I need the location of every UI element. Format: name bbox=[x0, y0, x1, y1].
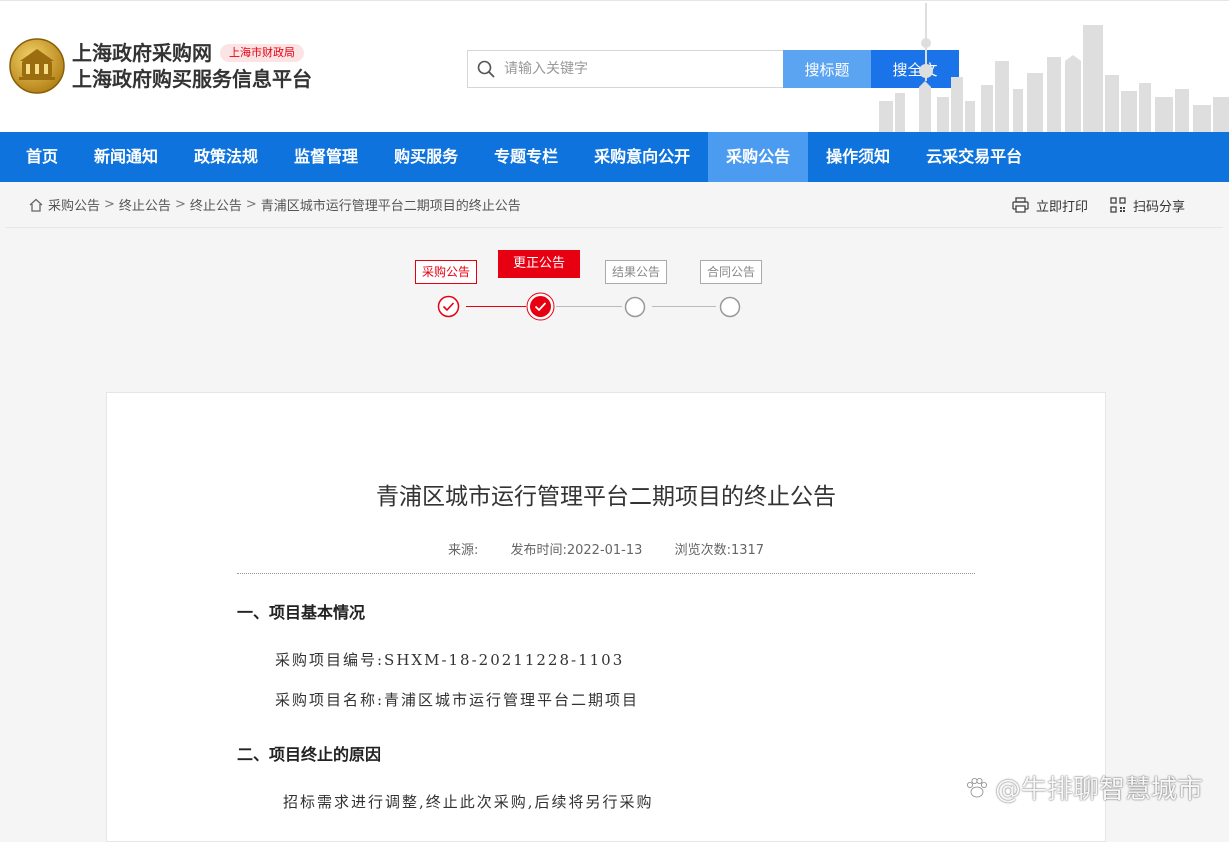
paw-icon bbox=[963, 774, 991, 802]
site-name: 上海政府采购网 bbox=[72, 40, 212, 66]
breadcrumb-separator: > bbox=[175, 197, 186, 212]
site-subtitle: 上海政府购买服务信息平台 bbox=[72, 66, 312, 92]
source-label: 来源: bbox=[448, 543, 478, 558]
step-pending-circle-icon bbox=[719, 296, 741, 318]
search-icon bbox=[468, 51, 504, 87]
nav-item-news[interactable]: 新闻通知 bbox=[76, 132, 176, 182]
project-number: 采购项目编号:SHXM-18-20211228-1103 bbox=[275, 649, 624, 670]
print-label: 立即打印 bbox=[1036, 196, 1088, 215]
breadcrumb: 采购公告 > 终止公告 > 终止公告 > 青浦区城市运行管理平台二期项目的终止公… bbox=[28, 195, 521, 214]
nav-item-purchase-service[interactable]: 购买服务 bbox=[376, 132, 476, 182]
main-nav: 首页 新闻通知 政策法规 监督管理 购买服务 专题专栏 采购意向公开 采购公告 … bbox=[0, 132, 1229, 182]
printer-icon bbox=[1012, 197, 1029, 213]
watermark: @牛排聊智慧城市 bbox=[963, 769, 1203, 806]
page-tools: 立即打印 扫码分享 bbox=[990, 182, 1185, 228]
nav-item-procurement-notice[interactable]: 采购公告 bbox=[708, 132, 808, 182]
step-label-result: 结果公告 bbox=[605, 260, 667, 284]
step-pending-circle-icon bbox=[624, 296, 646, 318]
publish-date: 2022-01-13 bbox=[567, 543, 643, 558]
site-logo[interactable]: 上海政府采购网 上海市财政局 上海政府购买服务信息平台 bbox=[8, 37, 312, 95]
nav-item-policy[interactable]: 政策法规 bbox=[176, 132, 276, 182]
section-heading-basic-info: 一、项目基本情况 bbox=[237, 599, 365, 623]
views-count: 1317 bbox=[731, 543, 764, 558]
notice-progress-steps: 采购公告 更正公告 结果公告 合同公告 bbox=[0, 228, 1229, 388]
nav-item-supervision[interactable]: 监督管理 bbox=[276, 132, 376, 182]
emblem-icon bbox=[8, 37, 66, 95]
views-label: 浏览次数: bbox=[675, 543, 731, 558]
step-done-check-icon bbox=[437, 295, 460, 318]
breadcrumb-item[interactable]: 终止公告 bbox=[119, 195, 171, 214]
breadcrumb-item[interactable]: 采购公告 bbox=[48, 195, 100, 214]
section-heading-termination-reason: 二、项目终止的原因 bbox=[237, 741, 381, 765]
qrcode-icon bbox=[1110, 197, 1126, 213]
share-label: 扫码分享 bbox=[1133, 196, 1185, 215]
nav-item-home[interactable]: 首页 bbox=[8, 132, 76, 182]
breadcrumb-separator: > bbox=[246, 197, 257, 212]
print-button[interactable]: 立即打印 bbox=[1012, 196, 1088, 215]
watermark-text: @牛排聊智慧城市 bbox=[995, 769, 1203, 806]
nav-item-special-topic[interactable]: 专题专栏 bbox=[476, 132, 576, 182]
step-label-contract: 合同公告 bbox=[700, 260, 762, 284]
search-input[interactable] bbox=[504, 52, 783, 86]
meta-divider bbox=[237, 573, 975, 574]
project-name: 采购项目名称:青浦区城市运行管理平台二期项目 bbox=[275, 689, 639, 710]
article-meta: 来源: 发布时间:2022-01-13 浏览次数:1317 bbox=[107, 539, 1105, 558]
step-label-correction[interactable]: 更正公告 bbox=[498, 250, 580, 278]
city-skyline-image bbox=[869, 1, 1229, 132]
notice-article: 青浦区城市运行管理平台二期项目的终止公告 来源: 发布时间:2022-01-13… bbox=[106, 392, 1106, 842]
breadcrumb-item[interactable]: 终止公告 bbox=[190, 195, 242, 214]
site-header: 上海政府采购网 上海市财政局 上海政府购买服务信息平台 搜标题 搜全文 bbox=[0, 0, 1229, 132]
step-label-purchase[interactable]: 采购公告 bbox=[415, 260, 477, 284]
step-connector bbox=[652, 306, 716, 307]
page-title: 青浦区城市运行管理平台二期项目的终止公告 bbox=[107, 477, 1105, 511]
search-input-wrapper bbox=[467, 50, 783, 88]
termination-reason: 招标需求进行调整,终止此次采购,后续将另行采购 bbox=[283, 791, 654, 812]
step-connector bbox=[556, 306, 622, 307]
publish-info: 发布时间:2022-01-13 bbox=[510, 543, 642, 558]
nav-item-cloud-trading[interactable]: 云采交易平台 bbox=[908, 132, 1040, 182]
publish-label: 发布时间: bbox=[510, 543, 566, 558]
step-current-check-icon bbox=[526, 292, 555, 321]
share-button[interactable]: 扫码分享 bbox=[1110, 196, 1185, 215]
nav-item-guide[interactable]: 操作须知 bbox=[808, 132, 908, 182]
breadcrumb-separator: > bbox=[104, 197, 115, 212]
views-info: 浏览次数:1317 bbox=[675, 543, 764, 558]
nav-item-purchase-intent[interactable]: 采购意向公开 bbox=[576, 132, 708, 182]
breadcrumb-current[interactable]: 青浦区城市运行管理平台二期项目的终止公告 bbox=[261, 195, 521, 214]
search-title-button[interactable]: 搜标题 bbox=[783, 50, 871, 88]
bureau-tag: 上海市财政局 bbox=[220, 44, 304, 62]
step-connector bbox=[466, 306, 526, 307]
home-icon[interactable] bbox=[28, 197, 44, 213]
breadcrumb-bar: 采购公告 > 终止公告 > 终止公告 > 青浦区城市运行管理平台二期项目的终止公… bbox=[6, 182, 1223, 228]
